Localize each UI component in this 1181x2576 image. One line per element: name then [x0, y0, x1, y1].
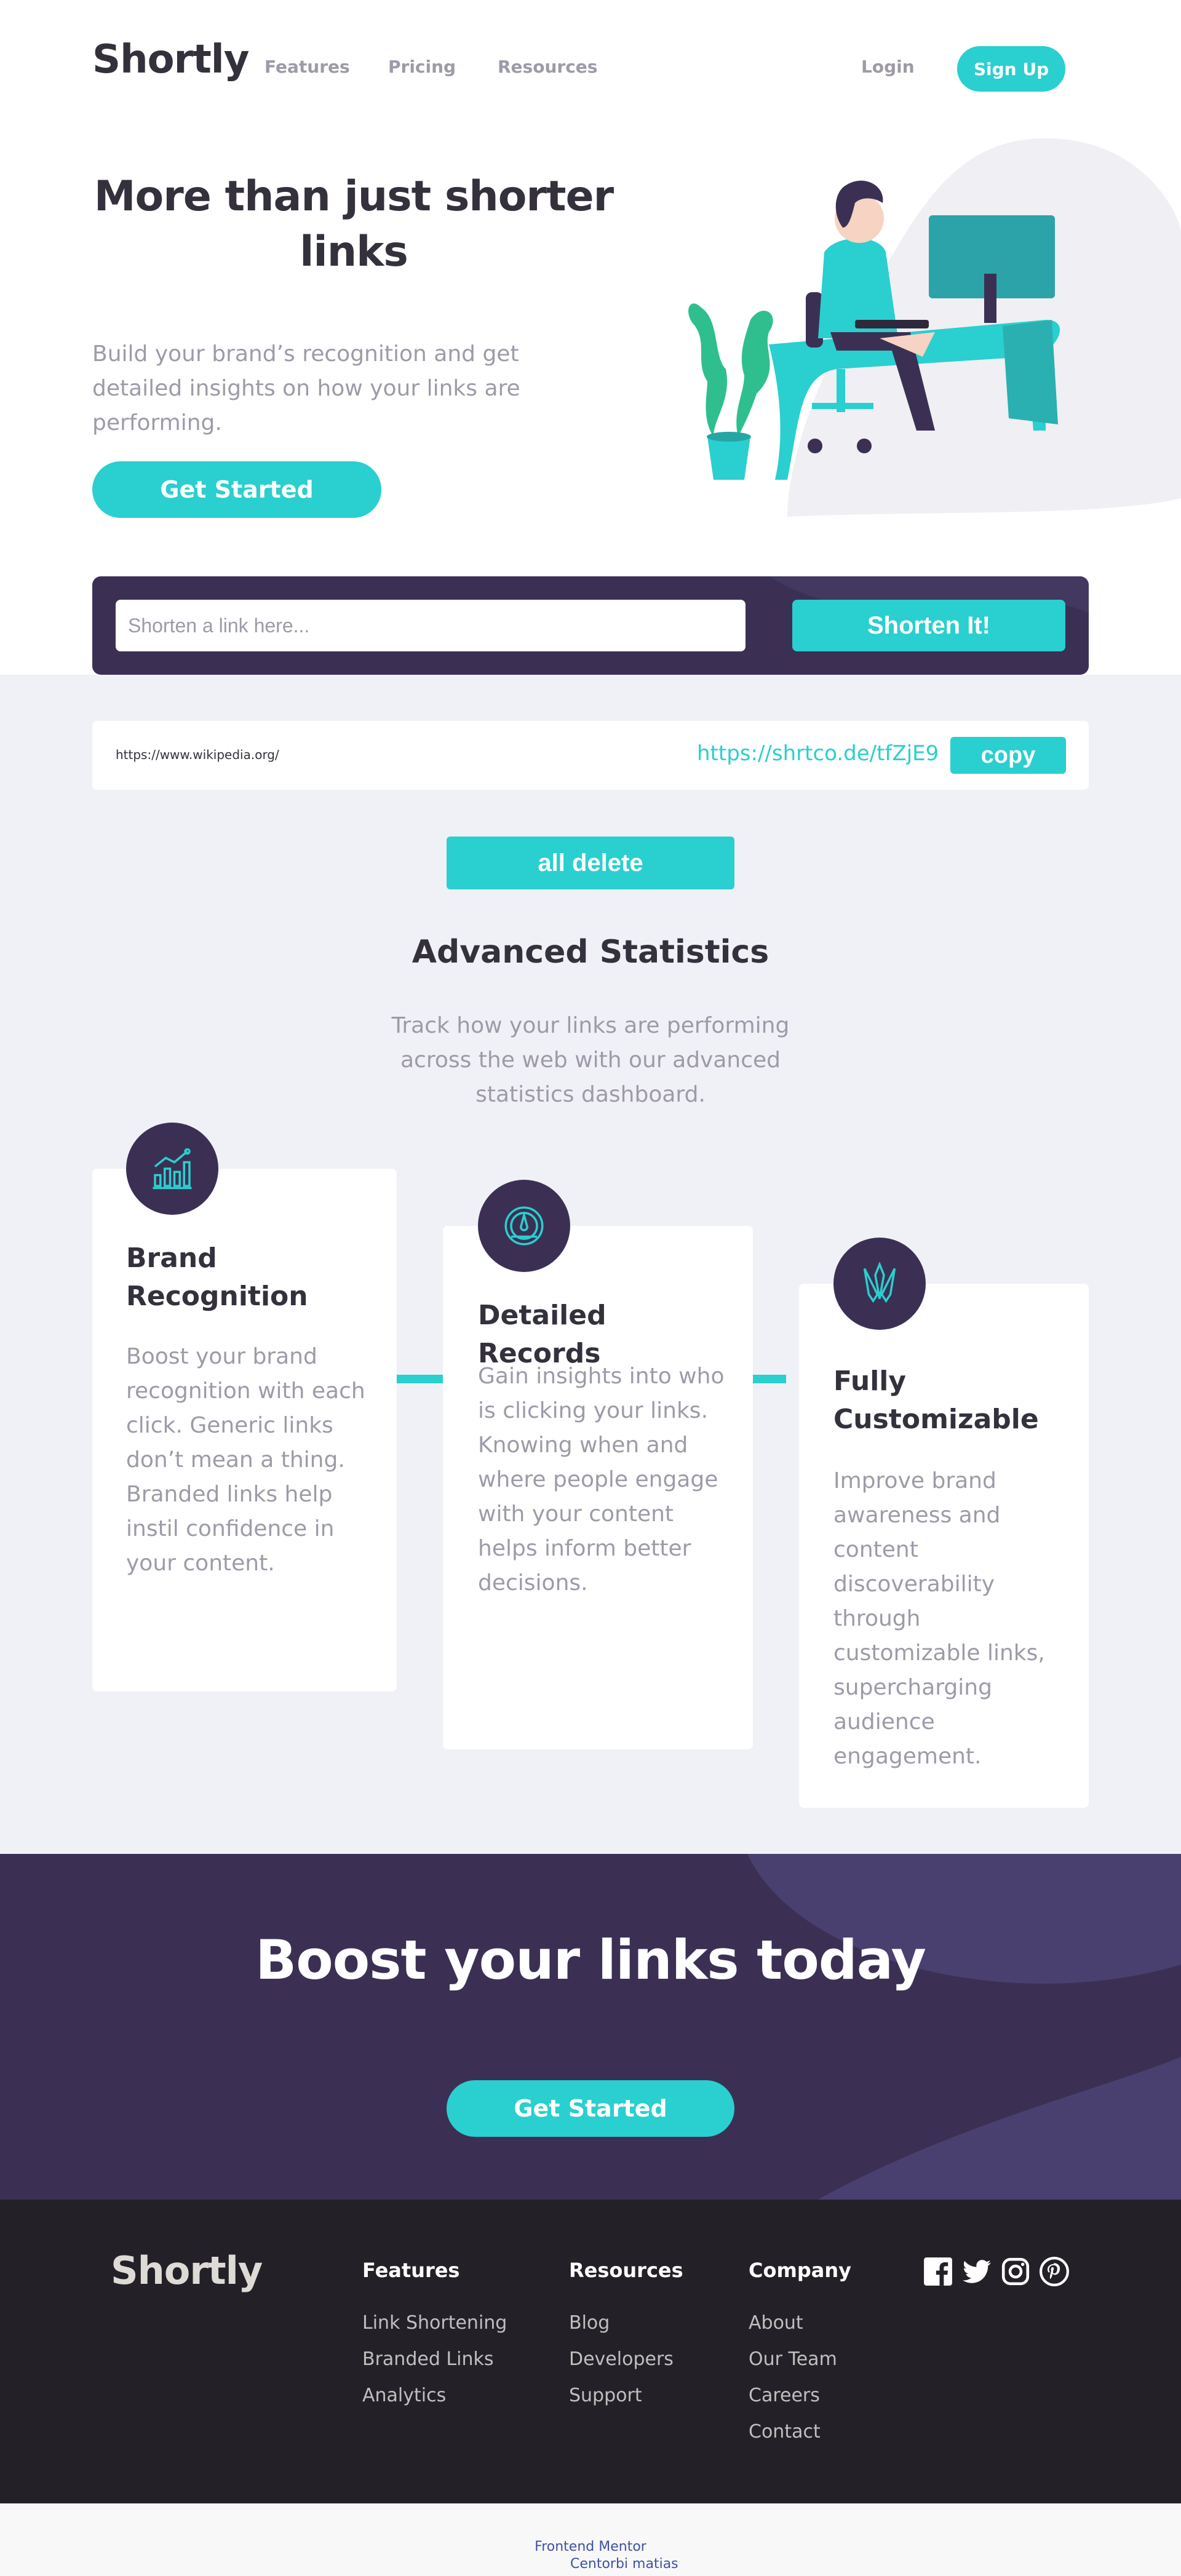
shorten-it-button[interactable]: Shorten It!: [792, 600, 1065, 651]
hero-subtitle: Build your brand’s recognition and get d…: [92, 341, 520, 435]
copy-button[interactable]: copy: [950, 737, 1066, 774]
footer-heading-features: Features: [362, 2259, 460, 2282]
shorten-url-input[interactable]: [116, 600, 746, 651]
twitter-icon[interactable]: [961, 2256, 992, 2287]
footer-link-branded-links[interactable]: Branded Links: [362, 2348, 493, 2370]
short-url-link[interactable]: https://shrtco.de/tfZjE9: [697, 741, 939, 766]
brand-recognition-icon: [126, 1123, 218, 1215]
card-text-detailed-records: Gain insights into who is clicking your …: [478, 1364, 725, 1596]
footer-logo[interactable]: Shortly: [111, 2248, 263, 2293]
signup-button[interactable]: Sign Up: [957, 46, 1065, 92]
statistics-subtitle: Track how your links are performing acro…: [391, 1013, 790, 1107]
nav-resources[interactable]: Resources: [498, 57, 597, 77]
footer-link-about[interactable]: About: [749, 2312, 803, 2334]
attribution-author[interactable]: Centorbi matias: [570, 2556, 678, 2572]
card-text-brand-recognition: Boost your brand recognition with each c…: [126, 1344, 365, 1576]
facebook-icon[interactable]: [923, 2256, 953, 2287]
hero-get-started-button[interactable]: Get Started: [92, 461, 381, 518]
hero-title: More than just shorter links: [93, 172, 614, 276]
working-illustration: [688, 138, 1181, 517]
footer-link-our-team[interactable]: Our Team: [749, 2348, 837, 2370]
boost-bg-pattern: [747, 1854, 1181, 2200]
footer-link-link-shortening[interactable]: Link Shortening: [362, 2312, 507, 2334]
footer-heading-company: Company: [749, 2259, 851, 2282]
footer-link-blog[interactable]: Blog: [569, 2312, 610, 2334]
footer-link-careers[interactable]: Careers: [749, 2385, 820, 2406]
footer-heading-resources: Resources: [569, 2259, 683, 2282]
original-url: https://www.wikipedia.org/: [116, 747, 279, 762]
footer-link-analytics[interactable]: Analytics: [362, 2385, 446, 2406]
fully-customizable-icon: [833, 1238, 926, 1330]
card-title-fully-customizable: Fully Customizable: [833, 1366, 1039, 1435]
statistics-title: Advanced Statistics: [412, 934, 769, 971]
nav-pricing[interactable]: Pricing: [388, 57, 456, 77]
card-text-fully-customizable: Improve brand awareness and content disc…: [833, 1468, 1045, 1769]
pinterest-icon[interactable]: [1039, 2256, 1070, 2287]
detailed-records-icon: [478, 1180, 570, 1272]
attribution-frontend-mentor[interactable]: Frontend Mentor: [0, 2539, 1181, 2554]
nav-features[interactable]: Features: [264, 57, 350, 77]
boost-title: Boost your links today: [255, 1928, 926, 1992]
footer-link-support[interactable]: Support: [569, 2385, 642, 2406]
login-link[interactable]: Login: [861, 57, 915, 77]
site-logo[interactable]: Shortly: [92, 37, 249, 82]
footer-link-developers[interactable]: Developers: [569, 2348, 674, 2370]
boost-get-started-button[interactable]: Get Started: [447, 2080, 734, 2137]
all-delete-button[interactable]: all delete: [447, 837, 734, 889]
instagram-icon[interactable]: [1000, 2256, 1031, 2287]
boost-section: [0, 1854, 1181, 2200]
footer-link-contact[interactable]: Contact: [749, 2421, 821, 2443]
card-title-brand-recognition: Brand Recognition: [126, 1242, 308, 1312]
